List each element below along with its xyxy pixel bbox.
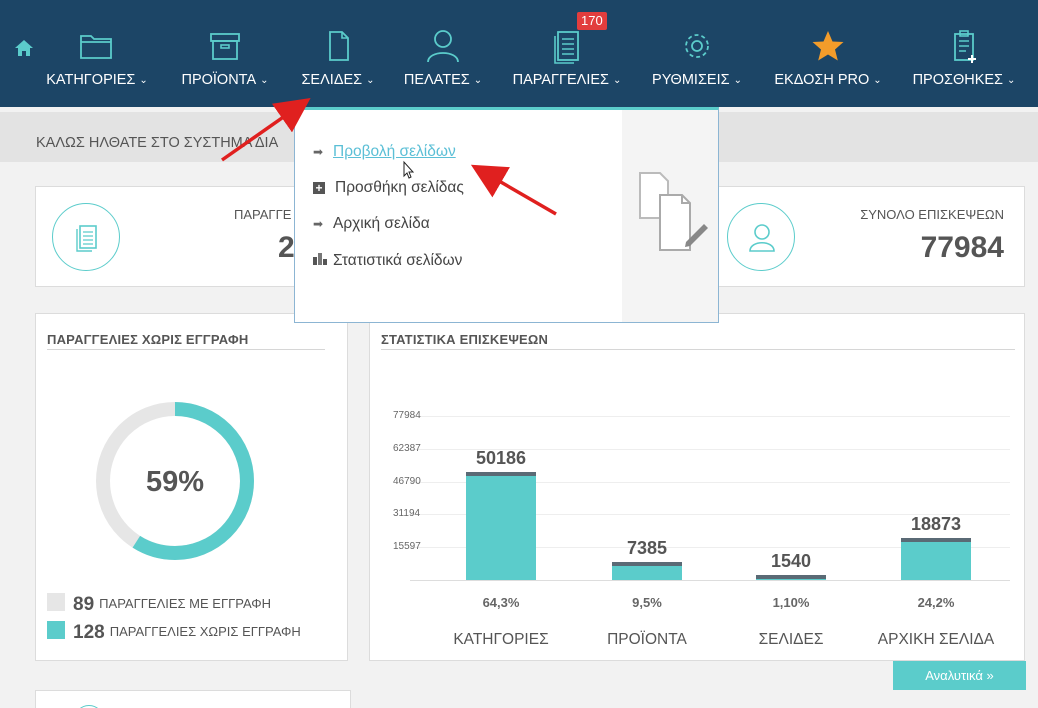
arrow-to-view-pages: [470, 164, 557, 216]
annotation-arrows: [220, 97, 557, 216]
arrow-to-pages-menu: [220, 97, 311, 162]
hand-cursor-icon: [403, 160, 415, 179]
